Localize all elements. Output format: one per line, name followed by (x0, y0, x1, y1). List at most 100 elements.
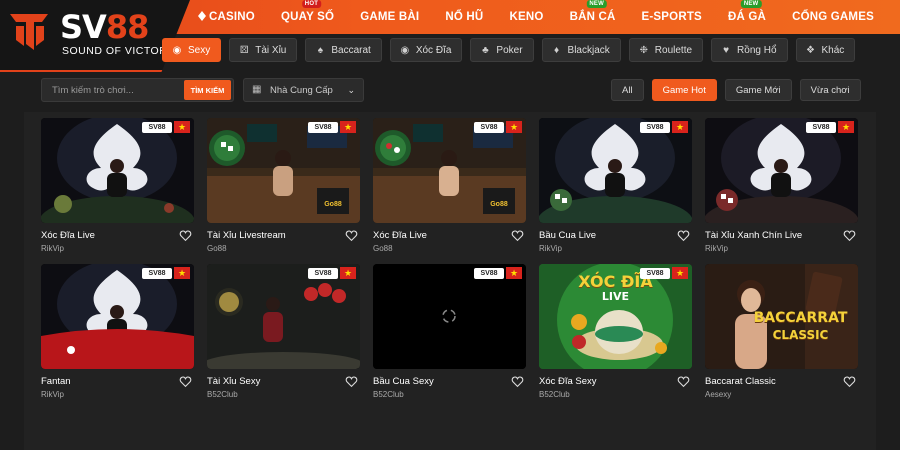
filter-all[interactable]: All (611, 79, 644, 101)
category-baccarat[interactable]: ♠ Baccarat (305, 38, 382, 62)
game-provider: RikVip (41, 390, 64, 399)
heart-icon[interactable] (345, 375, 358, 388)
game-title: Tài Xỉu Livestream (207, 230, 286, 241)
vietnam-flag-icon: ★ (174, 121, 190, 133)
heart-icon[interactable] (843, 375, 856, 388)
game-card: SV88 ★ Xóc Đĩa Live RikVip (41, 118, 194, 253)
filter-game-hot[interactable]: Game Hot (651, 79, 717, 101)
game-provider: Aesexy (705, 390, 732, 399)
nav-item-da-ga[interactable]: NEW ĐÁ GÀ (728, 0, 766, 23)
game-title: Xóc Đĩa Live (41, 230, 95, 241)
category-blackjack[interactable]: ♦ Blackjack (541, 38, 621, 62)
game-thumbnail[interactable]: SV88 ★ (207, 264, 360, 369)
vietnam-flag-icon: ★ (672, 267, 688, 279)
dealer-scene-image: Go88 (207, 118, 360, 223)
game-card: SV88 ★ Bầu Cua Live RikVip (539, 118, 692, 253)
heart-icon[interactable] (345, 229, 358, 242)
category-rong-ho[interactable]: ♥ Rồng Hổ (711, 38, 788, 62)
game-thumbnail[interactable]: BACCARRAT CLASSIC (705, 264, 858, 369)
heart-icon[interactable] (677, 229, 690, 242)
heart-icon[interactable] (179, 229, 192, 242)
poker-icon: ♣ (482, 44, 489, 56)
nav-item-ban-ca[interactable]: NEW BẮN CÁ (570, 0, 616, 23)
game-provider: RikVip (41, 244, 64, 253)
nav-item-cong-games[interactable]: CỔNG GAMES (792, 11, 874, 23)
dragon-icon: ♥ (723, 44, 729, 56)
nav-item-esports[interactable]: E-SPORTS (642, 11, 702, 23)
sv88-tag: SV88 (142, 122, 172, 133)
category-xoc-dia[interactable]: ◉ Xóc Đĩa (389, 38, 463, 62)
dealer-scene-image (539, 118, 692, 223)
heart-icon[interactable] (843, 229, 856, 242)
svg-text:Go88: Go88 (324, 201, 342, 208)
game-thumbnail[interactable]: SV88 ★ (373, 264, 526, 369)
nav-items: CASINO HOT QUAY SỐ GAME BÀI NỔ HŨ KENO NE… (190, 0, 900, 34)
game-thumbnail[interactable]: SV88 ★ (41, 264, 194, 369)
new-badge: NEW (586, 0, 607, 8)
game-thumbnail[interactable]: SV88 ★ (705, 118, 858, 223)
game-provider: RikVip (705, 244, 728, 253)
roulette-icon: ❉ (639, 44, 648, 56)
search-button[interactable]: TÌM KIẾM (184, 80, 231, 100)
plate-icon: ◉ (400, 44, 410, 56)
game-card: XÓC ĐĨA LIVE SV88 ★ Xóc Đĩa Sexy B52Club (539, 264, 692, 399)
game-thumbnail[interactable]: XÓC ĐĨA LIVE SV88 ★ (539, 264, 692, 369)
filter-game-moi[interactable]: Game Mới (724, 79, 792, 101)
art-title: BACCARRAT (753, 310, 848, 326)
logo-tagline: SOUND OF VICTORY (62, 45, 175, 57)
category-khac[interactable]: ❖ Khác (795, 38, 856, 62)
sv88-tag: SV88 (806, 122, 836, 133)
sv88-tag: SV88 (474, 122, 504, 133)
nav-item-quay-so[interactable]: HOT QUAY SỐ (281, 0, 334, 23)
category-poker[interactable]: ♣ Poker (470, 38, 534, 62)
dealer-scene-image: Go88 (373, 118, 526, 223)
provider-select[interactable]: ▦ Nhà Cung Cấp ⌄ (243, 78, 364, 102)
game-card: Go88 SV88 ★ Xóc Đĩa Live Go88 (373, 118, 526, 253)
logo-text: SV88 (60, 8, 149, 46)
category-sexy[interactable]: ◉ Sexy (162, 38, 222, 62)
game-title: Xóc Đĩa Sexy (539, 376, 597, 387)
category-tai-xiu[interactable]: ⚄ Tài Xỉu (229, 38, 298, 62)
puzzle-icon: ❖ (806, 44, 815, 56)
nav-item-keno[interactable]: KENO (509, 11, 543, 23)
sv88-tag: SV88 (142, 268, 172, 279)
game-thumbnail[interactable]: SV88 ★ (41, 118, 194, 223)
game-title: Tài Xỉu Xanh Chín Live (705, 230, 803, 241)
vietnam-flag-icon: ★ (340, 267, 356, 279)
game-provider: B52Club (207, 390, 238, 399)
game-card: SV88 ★ Fantan RikVip (41, 264, 194, 399)
logo-mark-icon (10, 14, 48, 50)
category-roulette[interactable]: ❉ Roulette (628, 38, 704, 62)
heart-icon[interactable] (677, 375, 690, 388)
game-thumbnail[interactable]: SV88 ★ (539, 118, 692, 223)
nav-item-game-bai[interactable]: GAME BÀI (360, 11, 419, 23)
search-input[interactable] (42, 79, 184, 101)
dealer-scene-image (207, 264, 360, 369)
dealer-scene-image (41, 264, 194, 369)
sv88-tag: SV88 (308, 268, 338, 279)
loading-thumbnail (373, 264, 526, 369)
heart-icon[interactable] (511, 229, 524, 242)
hot-badge: HOT (301, 0, 322, 8)
heart-icon[interactable] (511, 375, 524, 388)
game-card: Go88 SV88 ★ Tài Xỉu Livestream Go88 (207, 118, 360, 253)
vietnam-flag-icon: ★ (340, 121, 356, 133)
nav-item-casino[interactable]: CASINO (190, 11, 255, 23)
game-card: SV88 ★ Bầu Cua Sexy B52Club (373, 264, 526, 399)
filter-tabs: All Game Hot Game Mới Vừa chơi (611, 79, 861, 101)
game-provider: B52Club (373, 390, 404, 399)
game-title: Tài Xỉu Sexy (207, 376, 261, 387)
game-title: Bầu Cua Sexy (373, 376, 434, 387)
game-card: BACCARRAT CLASSIC Baccarat Classic Aesex… (705, 264, 858, 399)
game-thumbnail[interactable]: Go88 SV88 ★ (207, 118, 360, 223)
dice-icon: ⚄ (239, 44, 249, 56)
svg-text:Go88: Go88 (490, 201, 508, 208)
game-thumbnail[interactable]: Go88 SV88 ★ (373, 118, 526, 223)
art-subtitle: CLASSIC (772, 328, 829, 342)
nav-item-no-hu[interactable]: NỔ HŨ (445, 11, 483, 23)
sv88-tag: SV88 (640, 122, 670, 133)
game-title: Baccarat Classic (705, 376, 776, 387)
filter-vua-choi[interactable]: Vừa chơi (799, 79, 861, 101)
heart-icon[interactable] (179, 375, 192, 388)
game-title: Xóc Đĩa Live (373, 230, 427, 241)
